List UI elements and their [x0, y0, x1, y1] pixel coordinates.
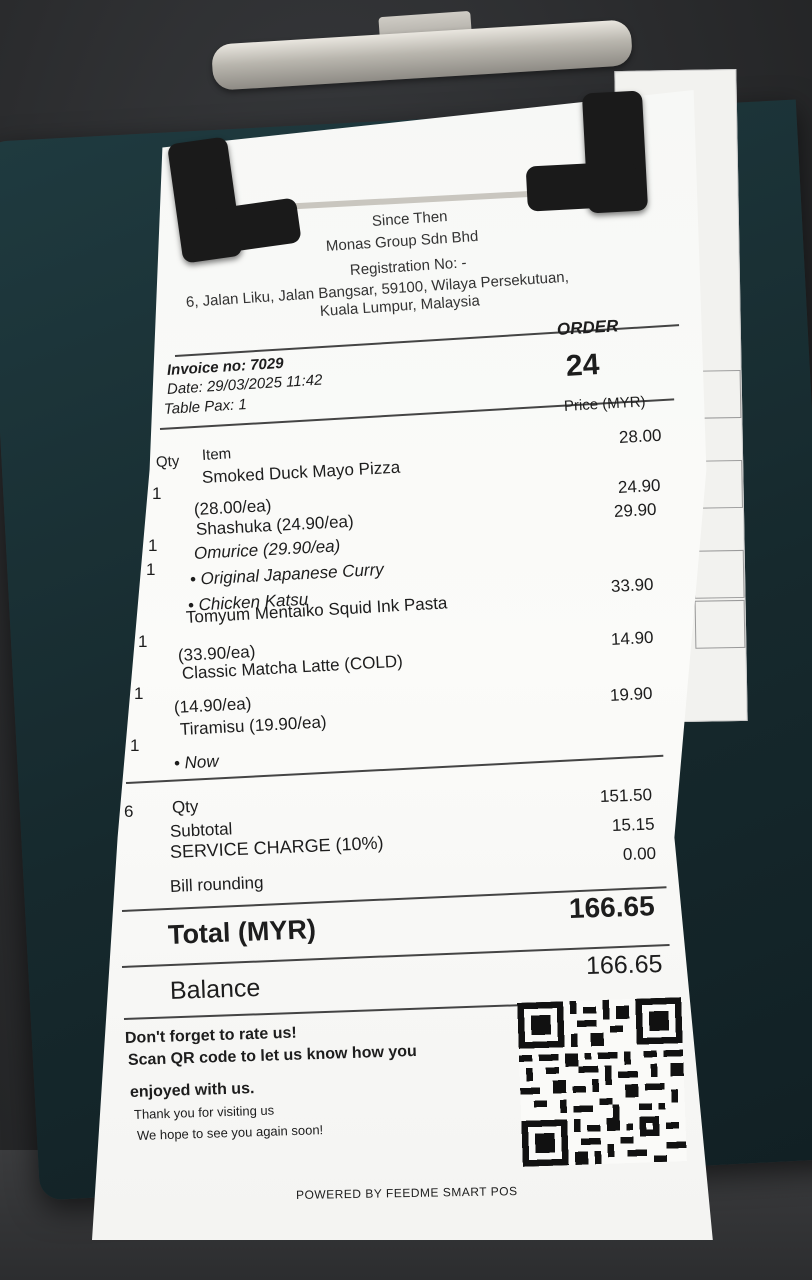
item-modifier: • Now [173, 751, 220, 773]
subtotal-value: 151.50 [599, 785, 653, 806]
item-price: 24.90 [617, 475, 661, 497]
item-price: 33.90 [610, 574, 654, 596]
item-unit-price: (14.90/ea) [173, 693, 252, 717]
item-price: 29.90 [613, 499, 657, 521]
bill-rounding-value: 0.00 [622, 843, 657, 864]
qr-code-icon[interactable] [513, 997, 691, 1167]
order-number: 24 [564, 347, 601, 383]
column-item: Item [201, 445, 232, 464]
item-qty: 1 [152, 484, 162, 503]
bill-rounding-label: Bill rounding [169, 872, 264, 896]
item-qty: 1 [134, 684, 144, 703]
item-qty: 1 [130, 736, 140, 755]
column-qty: Qty [155, 452, 180, 471]
balance-label: Balance [169, 973, 261, 1005]
clip-right-foot [581, 90, 649, 214]
item-qty: 1 [148, 536, 158, 555]
item-price: 14.90 [610, 627, 654, 649]
qty-label: Qty [171, 796, 199, 817]
total-value: 166.65 [568, 890, 656, 924]
order-label: ORDER [556, 316, 619, 339]
total-label: Total (MYR) [167, 914, 317, 950]
item-price: 19.90 [609, 683, 653, 705]
item-qty: 1 [138, 632, 148, 651]
item-qty: 1 [146, 560, 156, 579]
photo-scene: Since Then Monas Group Sdn Bhd Registrat… [0, 0, 812, 1280]
balance-value: 166.65 [585, 950, 663, 980]
item-price: 28.00 [618, 425, 662, 447]
back-paper-box [693, 549, 745, 599]
subtotal-label: Subtotal [169, 819, 233, 841]
total-qty-count: 6 [124, 802, 134, 821]
back-paper-box [694, 599, 746, 649]
service-charge-value: 15.15 [611, 814, 655, 835]
